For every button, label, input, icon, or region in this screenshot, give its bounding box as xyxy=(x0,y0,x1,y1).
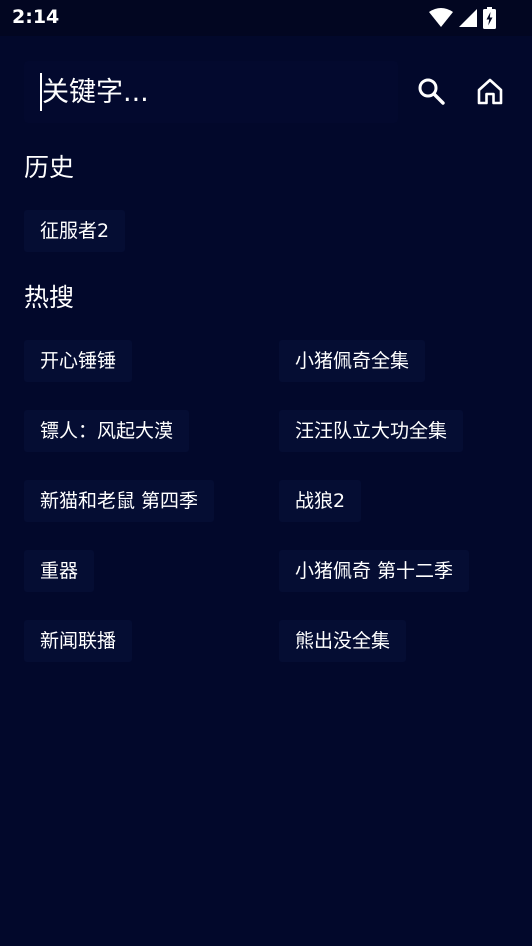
battery-charging-icon xyxy=(483,7,496,29)
search-bar[interactable] xyxy=(24,61,398,123)
hot-search-item[interactable]: 战狼2 xyxy=(279,480,362,522)
hot-search-item[interactable]: 新闻联播 xyxy=(24,620,133,662)
search-icon xyxy=(417,77,445,109)
hot-search-item[interactable]: 小猪佩奇 第十二季 xyxy=(279,550,470,592)
history-title: 历史 xyxy=(24,153,75,182)
search-input[interactable] xyxy=(42,61,382,123)
hot-search-item[interactable]: 重器 xyxy=(24,550,95,592)
status-icons xyxy=(429,7,496,29)
hot-search-item[interactable]: 熊出没全集 xyxy=(279,620,407,662)
hot-search-title: 热搜 xyxy=(24,283,75,312)
hot-search-item[interactable]: 汪汪队立大功全集 xyxy=(279,410,464,452)
history-item[interactable]: 征服者2 xyxy=(24,210,126,252)
home-icon xyxy=(476,77,504,109)
home-button[interactable] xyxy=(468,71,512,115)
status-bar: 2:14 xyxy=(0,0,532,36)
hot-search-item[interactable]: 镖人：风起大漠 xyxy=(24,410,190,452)
hot-search-item[interactable]: 开心锤锤 xyxy=(24,340,133,382)
status-time: 2:14 xyxy=(12,6,60,28)
hot-search-item[interactable]: 小猪佩奇全集 xyxy=(279,340,426,382)
signal-icon xyxy=(459,9,477,27)
search-button[interactable] xyxy=(409,71,453,115)
hot-search-item[interactable]: 新猫和老鼠 第四季 xyxy=(24,480,215,522)
wifi-icon xyxy=(429,8,453,28)
